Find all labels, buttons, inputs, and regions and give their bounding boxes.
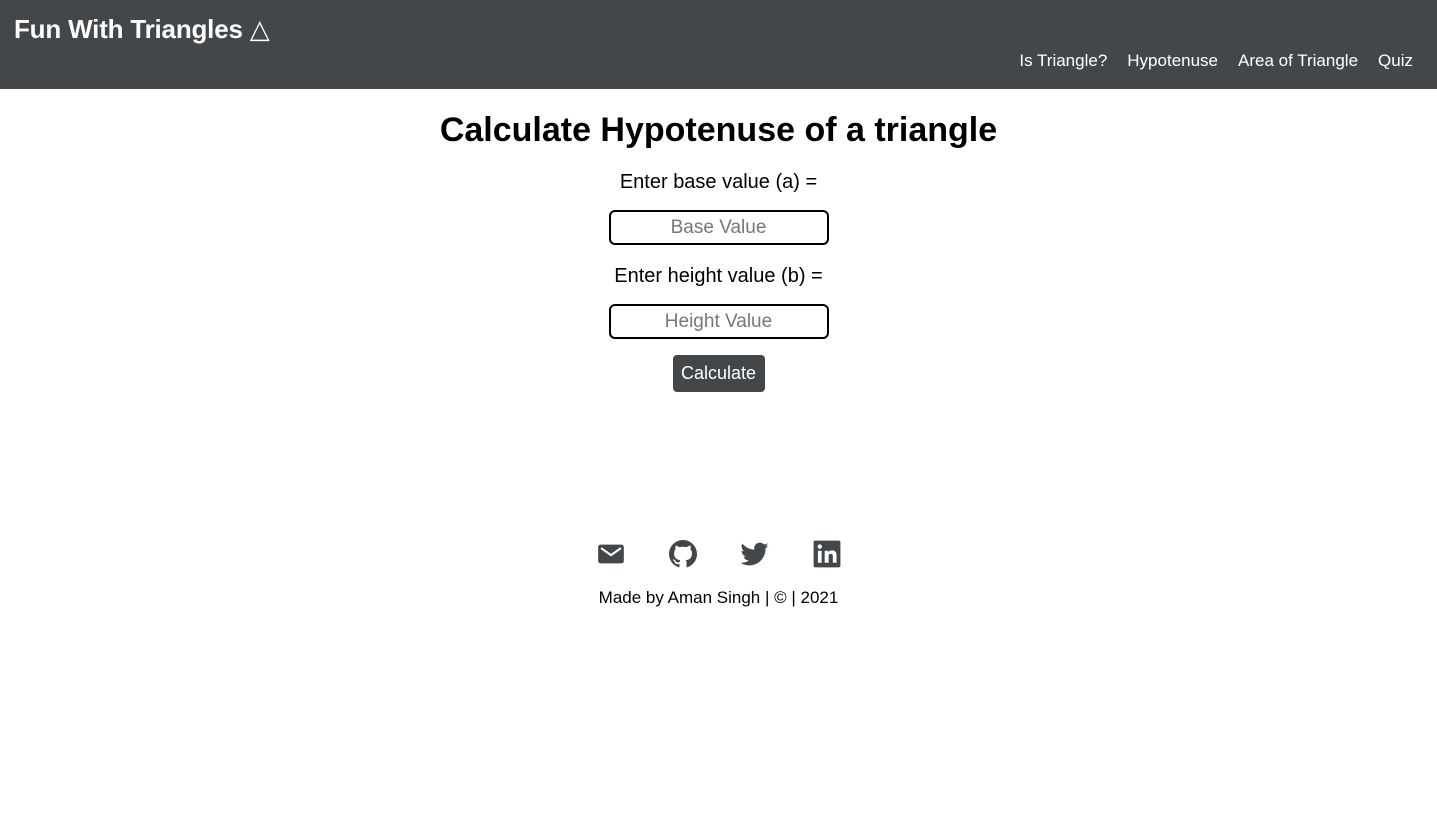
- nav-link-is-triangle[interactable]: Is Triangle?: [1019, 51, 1107, 71]
- main-content: Calculate Hypotenuse of a triangle Enter…: [0, 89, 1437, 392]
- brand-logo[interactable]: Fun With Triangles △: [14, 14, 270, 45]
- mail-icon: [597, 544, 624, 564]
- github-link[interactable]: [668, 540, 697, 568]
- nav-links: Is Triangle? Hypotenuse Area of Triangle…: [1019, 51, 1413, 71]
- footer-credit: Made by Aman Singh | © | 2021: [598, 588, 839, 607]
- base-input[interactable]: [608, 210, 829, 245]
- nav-link-hypotenuse[interactable]: Hypotenuse: [1127, 51, 1218, 71]
- twitter-link[interactable]: [740, 540, 769, 568]
- page-title: Calculate Hypotenuse of a triangle: [439, 111, 998, 149]
- height-input[interactable]: [608, 304, 829, 339]
- height-label: Enter height value (b) =: [614, 265, 823, 287]
- navbar: Fun With Triangles △ Is Triangle? Hypote…: [0, 0, 1437, 89]
- nav-link-quiz[interactable]: Quiz: [1378, 51, 1413, 71]
- mail-link[interactable]: [597, 540, 625, 568]
- nav-link-area-of-triangle[interactable]: Area of Triangle: [1238, 51, 1358, 71]
- footer: Made by Aman Singh | © | 2021: [0, 538, 1437, 609]
- social-links: [0, 538, 1437, 570]
- linkedin-icon: [813, 540, 840, 568]
- base-label: Enter base value (a) =: [619, 171, 818, 193]
- github-icon: [668, 540, 697, 568]
- twitter-icon: [740, 542, 769, 566]
- linkedin-link[interactable]: [813, 540, 841, 568]
- calculate-button[interactable]: Calculate: [672, 355, 765, 392]
